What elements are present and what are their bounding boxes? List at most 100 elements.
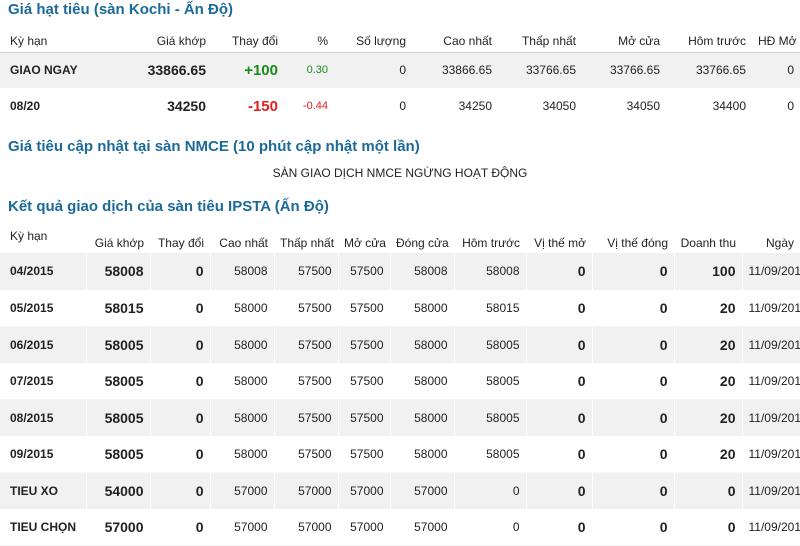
close-position-cell: 0 — [592, 472, 675, 509]
open-cell: 57500 — [338, 253, 391, 290]
open-cell: 57500 — [338, 435, 391, 473]
revenue-cell: 20 — [674, 289, 743, 327]
change-cell: 0 — [150, 253, 211, 290]
change-cell: 0 — [150, 362, 211, 400]
open-position-cell: 0 — [526, 326, 593, 363]
term-cell: TIEU XO — [0, 472, 87, 509]
close-position-cell: 0 — [592, 326, 675, 363]
change-cell: -150 — [247, 97, 278, 115]
date-cell: 11/09/2015 — [742, 326, 800, 363]
header-quantity: Số lượng — [356, 33, 406, 48]
revenue-cell: 20 — [674, 362, 743, 400]
header-open-position: Vị thế mở — [534, 236, 586, 250]
header-low: Thấp nhất — [280, 236, 335, 250]
header-open: Mở cửa — [344, 236, 386, 250]
quantity-cell: 0 — [334, 52, 412, 88]
close-position-cell: 0 — [592, 253, 675, 290]
table-row: TIEU XO 54000 0 57000 57000 57000 57000 0 0 0 0 11/… — [0, 472, 800, 509]
term-cell: 09/2015 — [0, 435, 87, 473]
close-position-cell: 0 — [592, 289, 675, 327]
prev-cell: 0 — [454, 508, 527, 546]
prev-cell: 58005 — [454, 435, 527, 473]
ipsta-header-row: Kỳ hạn Giá khớp Thay đổi Cao nhất Thấp n… — [0, 227, 800, 253]
header-close-position: Vị thế đóng — [607, 236, 668, 250]
open-cell: 57000 — [338, 508, 391, 546]
change-cell: 0 — [150, 399, 211, 436]
change-cell: +100 — [212, 52, 284, 88]
header-high: Cao nhất — [443, 33, 492, 48]
revenue-cell: 20 — [674, 435, 743, 473]
header-change: Thay đổi — [231, 33, 278, 48]
date-cell: 11/09/2015 — [742, 435, 800, 473]
price-page: Giá hạt tiêu (sàn Kochi - Ấn Độ) Kỳ hạn … — [0, 0, 800, 546]
table-row: TIEU CHỌN 57000 0 57000 57000 57000 57000 0 0 0 0 1… — [0, 508, 800, 546]
header-term: Kỳ hạn — [10, 33, 48, 48]
term-cell: 05/2015 — [0, 289, 87, 327]
nmce-closed-notice: SÀN GIAO DỊCH NMCE NGỪNG HOẠT ĐỘNG — [272, 166, 528, 180]
date-cell: 11/09/2015 — [742, 399, 800, 436]
low-cell: 57500 — [274, 362, 339, 400]
open-cell: 57500 — [338, 362, 391, 400]
open-position-cell: 0 — [526, 253, 593, 290]
close-cell: 57000 — [390, 508, 455, 546]
open-cell: 57500 — [338, 289, 391, 327]
table-row: GIAO NGAY 33866.65 +100 0.30 0 33866.65 … — [0, 52, 800, 88]
close-cell: 57000 — [390, 472, 455, 509]
header-price: Giá khớp — [94, 236, 144, 250]
open-position-cell: 0 — [526, 399, 593, 436]
percent-cell: 0.30 — [284, 52, 334, 88]
price-cell: 58005 — [86, 362, 151, 400]
table-row: 08/2015 58005 0 58000 57500 57500 58000 58005 0 0… — [0, 399, 800, 436]
change-cell: 0 — [150, 326, 211, 363]
header-prev: Hôm trước — [688, 33, 746, 48]
term-cell: TIEU CHỌN — [0, 508, 87, 546]
header-high: Cao nhất — [219, 236, 268, 250]
close-cell: 58000 — [390, 435, 455, 473]
close-position-cell: 0 — [592, 435, 675, 473]
prev-cell: 58015 — [454, 289, 527, 327]
prev-cell: 34400 — [712, 99, 746, 113]
close-position-cell: 0 — [592, 508, 675, 546]
price-cell: 54000 — [86, 472, 151, 509]
date-cell: 11/09/2015 — [742, 472, 800, 509]
close-cell: 58000 — [390, 399, 455, 436]
open-position-cell: 0 — [526, 289, 593, 327]
nmce-section-title: Giá tiêu cập nhật tại sàn NMCE (10 phút … — [8, 138, 420, 155]
price-cell: 58005 — [86, 435, 151, 473]
kochi-price-table: Kỳ hạn Giá khớp Thay đổi % Số lượng Cao … — [0, 30, 800, 124]
price-cell: 33866.65 — [118, 52, 212, 88]
close-position-cell: 0 — [592, 399, 675, 436]
date-cell: 11/09/2015 — [742, 362, 800, 400]
header-close: Đóng cửa — [396, 236, 449, 250]
ipsta-result-table: Kỳ hạn Giá khớp Thay đổi Cao nhất Thấp n… — [0, 227, 800, 546]
table-row: 07/2015 58005 0 58000 57500 57500 58000 58005 0 0… — [0, 362, 800, 400]
low-cell: 33766.65 — [498, 52, 582, 88]
table-row: 05/2015 58015 0 58000 57500 57500 58000 58015 0 0… — [0, 289, 800, 327]
low-cell: 57500 — [274, 435, 339, 473]
low-cell: 57500 — [274, 289, 339, 327]
table-row: 04/2015 58008 0 58008 57500 57500 58008 58008 0 0… — [0, 253, 800, 290]
header-low: Thấp nhất — [521, 33, 576, 48]
close-cell: 58008 — [390, 253, 455, 290]
kochi-header-row: Kỳ hạn Giá khớp Thay đổi % Số lượng Cao … — [0, 30, 800, 52]
term-cell: 07/2015 — [0, 362, 87, 400]
revenue-cell: 20 — [674, 399, 743, 436]
term-cell: 08/20 — [10, 99, 41, 113]
prev-cell: 58005 — [454, 399, 527, 436]
date-cell: 11/09/2015 — [742, 289, 800, 327]
term-cell: 04/2015 — [0, 253, 87, 290]
term-cell: 08/2015 — [0, 399, 87, 436]
open-cell: 57000 — [338, 472, 391, 509]
change-cell: 0 — [150, 289, 211, 327]
header-prev: Hôm trước — [462, 236, 520, 250]
open-position-cell: 0 — [526, 362, 593, 400]
table-row: 08/20 34250 -150 -0.44 0 34250 34050 340… — [0, 88, 800, 124]
open-cell: 33766.65 — [582, 52, 666, 88]
high-cell: 34250 — [458, 99, 492, 113]
open-position-cell: 0 — [526, 508, 593, 546]
high-cell: 57000 — [210, 472, 275, 509]
open-interest-cell: 0 — [787, 99, 794, 113]
price-cell: 58005 — [86, 399, 151, 436]
open-cell: 34050 — [626, 99, 660, 113]
change-cell: 0 — [150, 435, 211, 473]
